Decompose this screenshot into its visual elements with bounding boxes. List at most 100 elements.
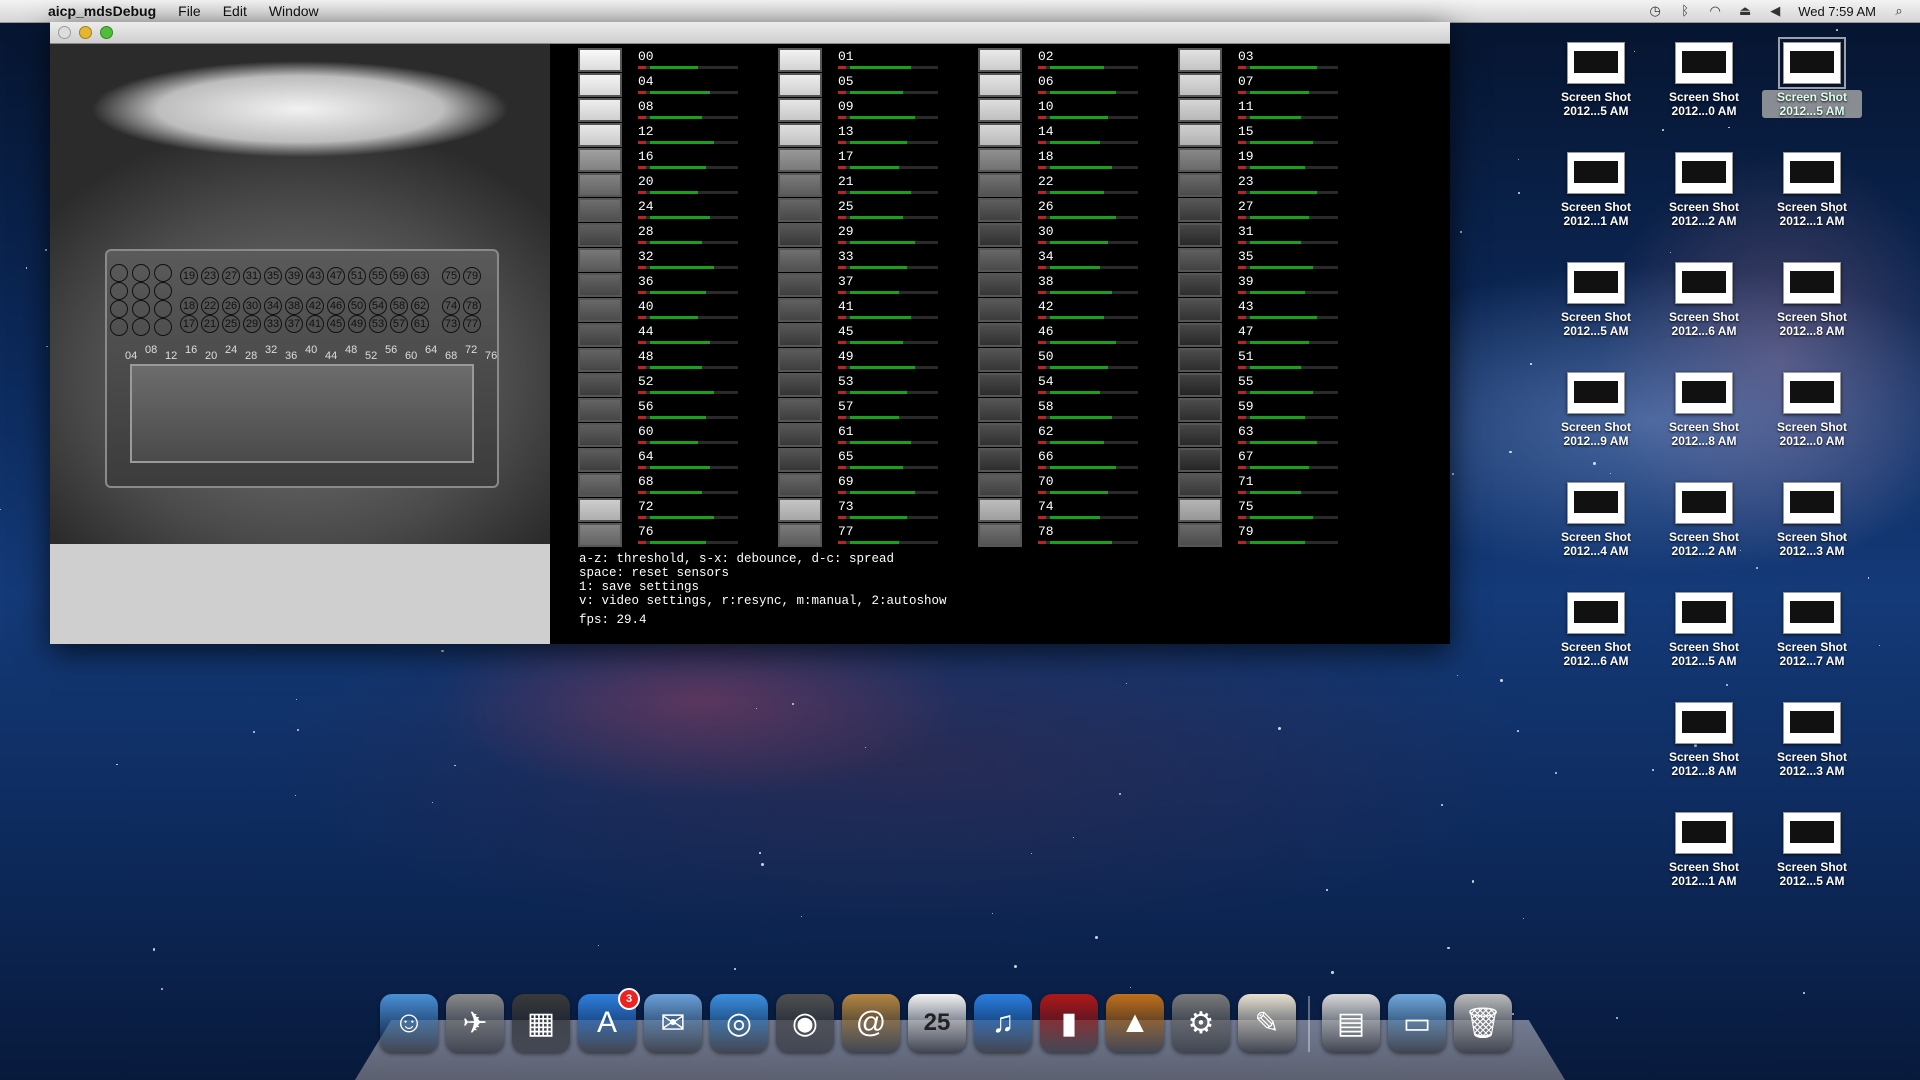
sensor-cell[interactable]: 45 — [778, 323, 978, 348]
downloads-folder-icon[interactable]: ▭ — [1388, 994, 1446, 1052]
sensor-cell[interactable]: 48 — [578, 348, 778, 373]
sensor-cell[interactable]: 20 — [578, 173, 778, 198]
sensor-cell[interactable]: 36 — [578, 273, 778, 298]
desktop-file-icon[interactable]: Screen Shot 2012...5 AM — [1654, 592, 1754, 668]
finder-icon[interactable]: ☺ — [380, 994, 438, 1052]
desktop-file-icon[interactable]: Screen Shot 2012...0 AM — [1762, 372, 1862, 448]
desktop-file-icon[interactable]: Screen Shot 2012...8 AM — [1654, 372, 1754, 448]
sensor-cell[interactable]: 74 — [978, 498, 1178, 523]
sensor-cell[interactable]: 30 — [978, 223, 1178, 248]
sensor-cell[interactable]: 77 — [778, 523, 978, 548]
sensor-cell[interactable]: 34 — [978, 248, 1178, 273]
sensor-cell[interactable]: 32 — [578, 248, 778, 273]
time-machine-icon[interactable]: ◷ — [1648, 4, 1662, 18]
desktop-file-icon[interactable]: Screen Shot 2012...0 AM — [1654, 42, 1754, 118]
sensor-cell[interactable]: 27 — [1178, 198, 1378, 223]
sensor-cell[interactable]: 16 — [578, 148, 778, 173]
sensor-cell[interactable]: 09 — [778, 98, 978, 123]
sensor-cell[interactable]: 54 — [978, 373, 1178, 398]
desktop-file-icon[interactable]: Screen Shot 2012...1 AM — [1546, 152, 1646, 228]
calendar-icon[interactable]: 25 — [908, 994, 966, 1052]
desktop-file-icon[interactable]: Screen Shot 2012...1 AM — [1654, 812, 1754, 888]
safari-icon[interactable]: ◎ — [710, 994, 768, 1052]
sensor-cell[interactable]: 67 — [1178, 448, 1378, 473]
desktop-file-icon[interactable]: Screen Shot 2012...5 AM — [1546, 42, 1646, 118]
mail-icon[interactable]: ✉ — [644, 994, 702, 1052]
sensor-cell[interactable]: 64 — [578, 448, 778, 473]
sensor-cell[interactable]: 46 — [978, 323, 1178, 348]
sensor-cell[interactable]: 15 — [1178, 123, 1378, 148]
sensor-cell[interactable]: 37 — [778, 273, 978, 298]
sensor-cell[interactable]: 57 — [778, 398, 978, 423]
desktop-file-icon[interactable]: Screen Shot 2012...1 AM — [1762, 152, 1862, 228]
sensor-cell[interactable]: 31 — [1178, 223, 1378, 248]
sensor-cell[interactable]: 25 — [778, 198, 978, 223]
close-window-button[interactable] — [58, 26, 71, 39]
sensor-cell[interactable]: 47 — [1178, 323, 1378, 348]
trash-icon[interactable]: 🗑 — [1454, 994, 1512, 1052]
desktop-file-icon[interactable]: Screen Shot 2012...4 AM — [1546, 482, 1646, 558]
sensor-cell[interactable]: 49 — [778, 348, 978, 373]
sensor-cell[interactable]: 06 — [978, 73, 1178, 98]
sensor-cell[interactable]: 66 — [978, 448, 1178, 473]
volume-icon[interactable]: ◀ — [1768, 4, 1782, 18]
facetime-icon[interactable]: ◉ — [776, 994, 834, 1052]
address-book-icon[interactable]: @ — [842, 994, 900, 1052]
sensor-cell[interactable]: 00 — [578, 48, 778, 73]
sensor-cell[interactable]: 50 — [978, 348, 1178, 373]
menu-file[interactable]: File — [178, 3, 201, 19]
desktop-file-icon[interactable]: Screen Shot 2012...3 AM — [1762, 482, 1862, 558]
sensor-cell[interactable]: 21 — [778, 173, 978, 198]
sensor-cell[interactable]: 78 — [978, 523, 1178, 548]
desktop-file-icon[interactable]: Screen Shot 2012...8 AM — [1762, 262, 1862, 338]
sensor-cell[interactable]: 12 — [578, 123, 778, 148]
sensor-cell[interactable]: 63 — [1178, 423, 1378, 448]
sensor-cell[interactable]: 68 — [578, 473, 778, 498]
sensor-cell[interactable]: 65 — [778, 448, 978, 473]
mission-control-icon[interactable]: ▦ — [512, 994, 570, 1052]
sensor-cell[interactable]: 22 — [978, 173, 1178, 198]
sensor-cell[interactable]: 11 — [1178, 98, 1378, 123]
window-titlebar[interactable] — [50, 22, 1450, 44]
sensor-cell[interactable]: 43 — [1178, 298, 1378, 323]
sensor-cell[interactable]: 59 — [1178, 398, 1378, 423]
sensor-cell[interactable]: 61 — [778, 423, 978, 448]
sensor-cell[interactable]: 79 — [1178, 523, 1378, 548]
sensor-cell[interactable]: 10 — [978, 98, 1178, 123]
sensor-cell[interactable]: 01 — [778, 48, 978, 73]
apple-logo-icon[interactable] — [18, 3, 34, 19]
sensor-cell[interactable]: 17 — [778, 148, 978, 173]
app-store-icon[interactable]: A3 — [578, 988, 640, 1052]
sensor-cell[interactable]: 56 — [578, 398, 778, 423]
sensor-cell[interactable]: 69 — [778, 473, 978, 498]
menu-app-name[interactable]: aicp_mdsDebug — [48, 3, 156, 19]
sensor-cell[interactable]: 03 — [1178, 48, 1378, 73]
sensor-cell[interactable]: 53 — [778, 373, 978, 398]
desktop-file-icon[interactable]: Screen Shot 2012...8 AM — [1654, 702, 1754, 778]
sensor-cell[interactable]: 14 — [978, 123, 1178, 148]
sensor-cell[interactable]: 07 — [1178, 73, 1378, 98]
sensor-cell[interactable]: 42 — [978, 298, 1178, 323]
textedit-icon[interactable]: ✎ — [1238, 994, 1296, 1052]
sensor-cell[interactable]: 60 — [578, 423, 778, 448]
sensor-cell[interactable]: 18 — [978, 148, 1178, 173]
sensor-cell[interactable]: 23 — [1178, 173, 1378, 198]
sensor-cell[interactable]: 51 — [1178, 348, 1378, 373]
sensor-cell[interactable]: 72 — [578, 498, 778, 523]
iphoto-icon[interactable]: ▲ — [1106, 994, 1164, 1052]
desktop-file-icon[interactable]: Screen Shot 2012...3 AM — [1762, 702, 1862, 778]
sensor-cell[interactable]: 39 — [1178, 273, 1378, 298]
sensor-cell[interactable]: 05 — [778, 73, 978, 98]
sensor-cell[interactable]: 55 — [1178, 373, 1378, 398]
sensor-cell[interactable]: 04 — [578, 73, 778, 98]
sensor-cell[interactable]: 38 — [978, 273, 1178, 298]
sensor-cell[interactable]: 26 — [978, 198, 1178, 223]
sensor-cell[interactable]: 73 — [778, 498, 978, 523]
desktop-file-icon[interactable]: Screen Shot 2012...2 AM — [1654, 482, 1754, 558]
zoom-window-button[interactable] — [100, 26, 113, 39]
minimize-window-button[interactable] — [79, 26, 92, 39]
sensor-cell[interactable]: 40 — [578, 298, 778, 323]
sensor-cell[interactable]: 71 — [1178, 473, 1378, 498]
sensor-cell[interactable]: 35 — [1178, 248, 1378, 273]
desktop-file-icon[interactable]: Screen Shot 2012...6 AM — [1654, 262, 1754, 338]
